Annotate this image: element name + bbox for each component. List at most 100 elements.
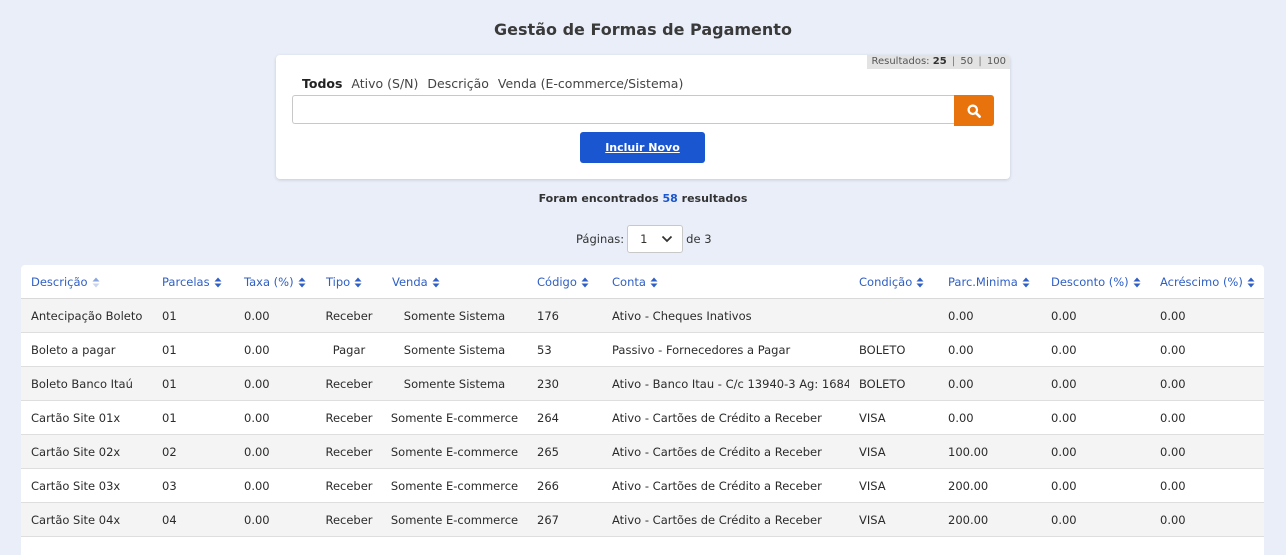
column-header-tipo[interactable]: Tipo <box>316 265 382 299</box>
separator: | <box>978 56 981 67</box>
search-button[interactable] <box>954 95 994 126</box>
cell-condicao: BOLETO <box>849 333 938 367</box>
column-header-desconto[interactable]: Desconto (%) <box>1041 265 1150 299</box>
filter-tab-ativo[interactable]: Ativo (S/N) <box>351 76 418 91</box>
cell-desconto: 0.00 <box>1041 333 1150 367</box>
table-row[interactable]: Antecipação Boleto010.00ReceberSomente S… <box>21 299 1264 333</box>
cell-acrescimo: 0.00 <box>1150 333 1264 367</box>
cell-parc-minima: 100.00 <box>938 435 1041 469</box>
cell-parc-minima: 0.00 <box>938 333 1041 367</box>
cell-parc-minima: 0.00 <box>938 367 1041 401</box>
cell-acrescimo: 0.00 <box>1150 299 1264 333</box>
cell-descricao <box>21 537 152 555</box>
page-select[interactable]: 1 <box>627 225 683 253</box>
table-row[interactable]: Cartão Site 02x020.00ReceberSomente E-co… <box>21 435 1264 469</box>
cell-codigo: 264 <box>527 401 602 435</box>
column-header-label: Conta <box>612 275 646 289</box>
cell-acrescimo: 0.00 <box>1150 435 1264 469</box>
cell-taxa: 0.00 <box>234 299 316 333</box>
cell-codigo: 265 <box>527 435 602 469</box>
cell-condicao: VISA <box>849 435 938 469</box>
table-header-row: Descrição Parcelas Taxa (%) Tipo Venda Código… <box>21 265 1264 299</box>
column-header-label: Venda <box>392 275 428 289</box>
cell-venda: Somente Sistema <box>382 333 527 367</box>
cell-parcelas: 01 <box>152 299 234 333</box>
cell-descricao: Cartão Site 01x <box>21 401 152 435</box>
table-row[interactable]: Boleto a pagar010.00PagarSomente Sistema… <box>21 333 1264 367</box>
sort-icon <box>1133 277 1141 288</box>
column-header-parcelas[interactable]: Parcelas <box>152 265 234 299</box>
cell-taxa: 0.00 <box>234 367 316 401</box>
cell-conta: Ativo - Cartões de Crédito a Receber <box>602 469 849 503</box>
cell-desconto <box>1041 537 1150 555</box>
cell-conta: Passivo - Fornecedores a Pagar <box>602 333 849 367</box>
add-new-button[interactable]: Incluir Novo <box>580 132 705 163</box>
search-card: Resultados: 25 | 50 | 100 Todos Ativo (S… <box>276 55 1010 179</box>
cell-conta: Ativo - Cartões de Crédito a Receber <box>602 435 849 469</box>
cell-codigo: 176 <box>527 299 602 333</box>
column-header-venda[interactable]: Venda <box>382 265 527 299</box>
column-header-label: Desconto (%) <box>1051 275 1129 289</box>
cell-desconto: 0.00 <box>1041 401 1150 435</box>
column-header-label: Acréscimo (%) <box>1160 275 1243 289</box>
cell-condicao: VISA <box>849 469 938 503</box>
sort-icon <box>1247 277 1255 288</box>
cell-parcelas: 04 <box>152 503 234 537</box>
column-header-taxa[interactable]: Taxa (%) <box>234 265 316 299</box>
column-header-descricao[interactable]: Descrição <box>21 265 152 299</box>
cell-condicao: VISA <box>849 503 938 537</box>
cell-codigo: 53 <box>527 333 602 367</box>
cell-tipo: Receber <box>316 435 382 469</box>
cell-venda: Somente Sistema <box>382 299 527 333</box>
filter-tab-descricao[interactable]: Descrição <box>427 76 489 91</box>
filter-tab-todos[interactable]: Todos <box>302 76 342 91</box>
search-input[interactable] <box>292 95 954 124</box>
cell-venda <box>382 537 527 555</box>
cell-taxa: 0.00 <box>234 503 316 537</box>
pagination-total: de 3 <box>686 232 711 246</box>
column-header-label: Taxa (%) <box>244 275 294 289</box>
cell-condicao: BOLETO <box>849 367 938 401</box>
column-header-parc-minima[interactable]: Parc.Minima <box>938 265 1041 299</box>
sort-icon <box>916 277 924 288</box>
sort-icon <box>432 277 440 288</box>
column-header-acrescimo[interactable]: Acréscimo (%) <box>1150 265 1264 299</box>
cell-parc-minima <box>938 537 1041 555</box>
cell-codigo <box>527 537 602 555</box>
cell-acrescimo: 0.00 <box>1150 401 1264 435</box>
cell-codigo: 230 <box>527 367 602 401</box>
cell-desconto: 0.00 <box>1041 367 1150 401</box>
results-option-100[interactable]: 100 <box>987 56 1006 67</box>
filter-tabs: Todos Ativo (S/N) Descrição Venda (E-com… <box>302 76 688 91</box>
cell-parcelas <box>152 537 234 555</box>
filter-tab-venda[interactable]: Venda (E-commerce/Sistema) <box>498 76 683 91</box>
column-header-conta[interactable]: Conta <box>602 265 849 299</box>
cell-tipo <box>316 537 382 555</box>
cell-conta: Ativo - Cartões de Crédito a Receber <box>602 401 849 435</box>
column-header-codigo[interactable]: Código <box>527 265 602 299</box>
sort-icon <box>581 277 589 288</box>
cell-descricao: Cartão Site 02x <box>21 435 152 469</box>
cell-taxa <box>234 537 316 555</box>
table-row[interactable]: Cartão Site 04x040.00ReceberSomente E-co… <box>21 503 1264 537</box>
table-row[interactable]: Boleto Banco Itaú010.00ReceberSomente Si… <box>21 367 1264 401</box>
chevron-down-icon <box>661 235 673 243</box>
cell-parcelas: 03 <box>152 469 234 503</box>
cell-condicao: VISA <box>849 401 938 435</box>
cell-conta: Ativo - Cheques Inativos <box>602 299 849 333</box>
column-header-label: Tipo <box>326 275 350 289</box>
page-title: Gestão de Formas de Pagamento <box>0 20 1286 39</box>
cell-conta <box>602 537 849 555</box>
cell-condicao <box>849 299 938 333</box>
column-header-condicao[interactable]: Condição <box>849 265 938 299</box>
cell-venda: Somente Sistema <box>382 367 527 401</box>
results-option-50[interactable]: 50 <box>960 56 973 67</box>
results-option-25[interactable]: 25 <box>933 56 947 67</box>
found-count: 58 <box>663 192 678 205</box>
column-header-label: Parcelas <box>162 275 210 289</box>
cell-acrescimo <box>1150 537 1264 555</box>
cell-venda: Somente E-commerce <box>382 503 527 537</box>
table-row[interactable]: Cartão Site 01x010.00ReceberSomente E-co… <box>21 401 1264 435</box>
table-row[interactable]: Cartão Site 03x030.00ReceberSomente E-co… <box>21 469 1264 503</box>
table-row[interactable] <box>21 537 1264 555</box>
